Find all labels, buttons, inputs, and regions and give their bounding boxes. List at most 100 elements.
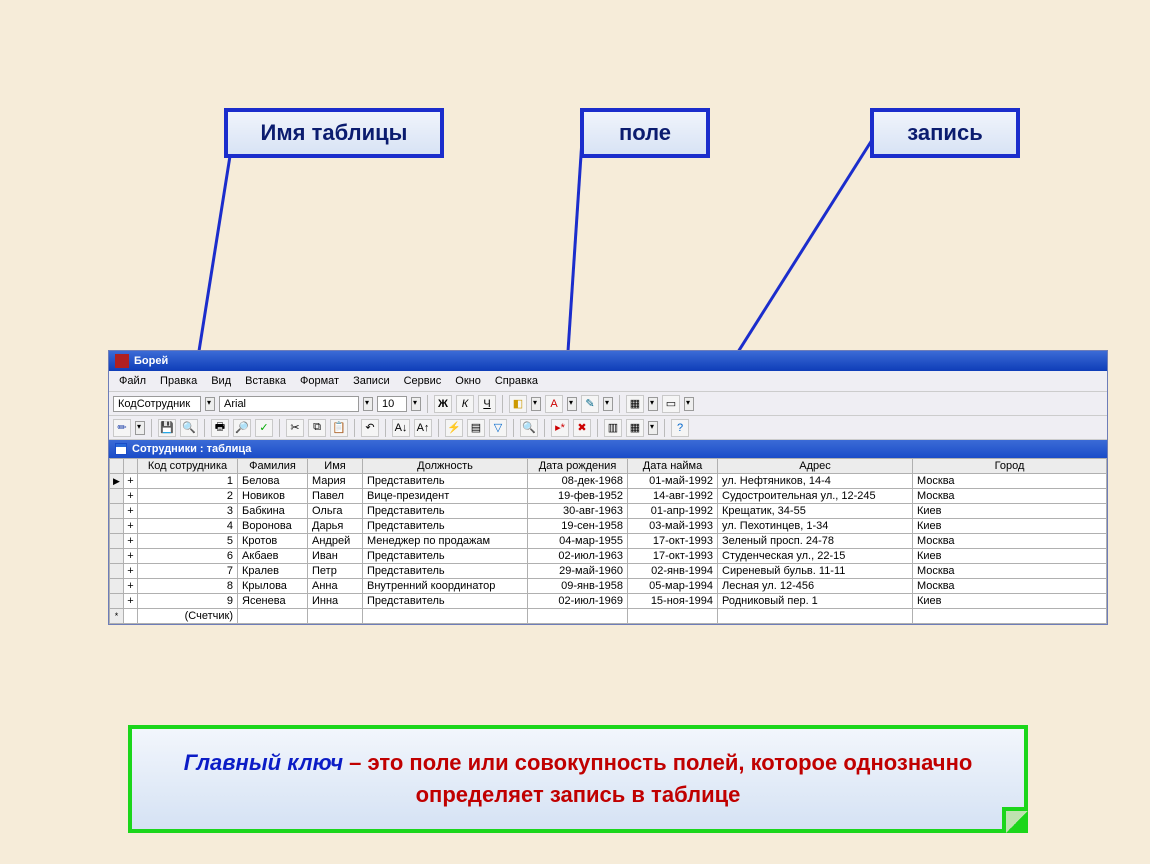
- cell-lastname[interactable]: Новиков: [238, 489, 308, 504]
- cell-id[interactable]: 1: [138, 474, 238, 489]
- cell-hire[interactable]: 17-окт-1993: [628, 549, 718, 564]
- cell-title[interactable]: Внутренний координатор: [363, 579, 528, 594]
- table-row[interactable]: +9ЯсеневаИннаПредставитель02-июл-196915-…: [110, 594, 1107, 609]
- col-addr[interactable]: Адрес: [718, 459, 913, 474]
- db-window-button[interactable]: ▥: [604, 419, 622, 437]
- print-preview-button[interactable]: 🔎: [233, 419, 251, 437]
- cell-hire[interactable]: 14-авг-1992: [628, 489, 718, 504]
- cell-dob[interactable]: 19-фев-1952: [528, 489, 628, 504]
- cell-hire[interactable]: 03-май-1993: [628, 519, 718, 534]
- cell-lastname[interactable]: Бабкина: [238, 504, 308, 519]
- delete-record-button[interactable]: ✖: [573, 419, 591, 437]
- menu-records[interactable]: Записи: [347, 373, 396, 389]
- line-color-dd[interactable]: [603, 397, 613, 411]
- cell-addr[interactable]: Сиреневый бульв. 11-11: [718, 564, 913, 579]
- cell-lastname[interactable]: Кралев: [238, 564, 308, 579]
- cell-title[interactable]: Представитель: [363, 474, 528, 489]
- cell-dob[interactable]: 02-июл-1963: [528, 549, 628, 564]
- cell-addr[interactable]: ул. Пехотинцев, 1-34: [718, 519, 913, 534]
- cell-city[interactable]: Москва: [913, 474, 1107, 489]
- copy-button[interactable]: ⧉: [308, 419, 326, 437]
- font-color-button[interactable]: A: [545, 395, 563, 413]
- filter-form-button[interactable]: ▤: [467, 419, 485, 437]
- field-selector[interactable]: КодСотрудник: [113, 396, 201, 412]
- cell-id[interactable]: 4: [138, 519, 238, 534]
- font-name-dd[interactable]: [363, 397, 373, 411]
- expand-button[interactable]: +: [124, 489, 138, 504]
- new-object-dd[interactable]: [648, 421, 658, 435]
- cell-id[interactable]: 7: [138, 564, 238, 579]
- col-city[interactable]: Город: [913, 459, 1107, 474]
- gridlines-button[interactable]: ▦: [626, 395, 644, 413]
- expand-button[interactable]: [124, 609, 138, 624]
- cell-city[interactable]: Киев: [913, 504, 1107, 519]
- special-effect-button[interactable]: ▭: [662, 395, 680, 413]
- menu-view[interactable]: Вид: [205, 373, 237, 389]
- cell-id[interactable]: 8: [138, 579, 238, 594]
- new-object-button[interactable]: ▦: [626, 419, 644, 437]
- cell-id[interactable]: 2: [138, 489, 238, 504]
- cell-title[interactable]: Представитель: [363, 594, 528, 609]
- cell-id[interactable]: 3: [138, 504, 238, 519]
- data-table[interactable]: Код сотрудника Фамилия Имя Должность Дат…: [109, 458, 1107, 624]
- cell-id-placeholder[interactable]: (Счетчик): [138, 609, 238, 624]
- cell-dob[interactable]: 30-авг-1963: [528, 504, 628, 519]
- cell-dob[interactable]: 08-дек-1968: [528, 474, 628, 489]
- cell-addr[interactable]: Лесная ул. 12-456: [718, 579, 913, 594]
- cell-addr[interactable]: ул. Нефтяников, 14-4: [718, 474, 913, 489]
- cell-title[interactable]: Менеджер по продажам: [363, 534, 528, 549]
- font-size-dd[interactable]: [411, 397, 421, 411]
- undo-button[interactable]: ↶: [361, 419, 379, 437]
- table-row[interactable]: +4ВороноваДарьяПредставитель19-сен-19580…: [110, 519, 1107, 534]
- cell-title[interactable]: Представитель: [363, 519, 528, 534]
- table-row[interactable]: +5КротовАндрейМенеджер по продажам04-мар…: [110, 534, 1107, 549]
- fill-color-button[interactable]: ◧: [509, 395, 527, 413]
- app-titlebar[interactable]: Борей: [109, 351, 1107, 371]
- cell-id[interactable]: 9: [138, 594, 238, 609]
- spellcheck-button[interactable]: ✓: [255, 419, 273, 437]
- row-selector[interactable]: [110, 594, 124, 609]
- row-selector[interactable]: [110, 564, 124, 579]
- row-selector-header[interactable]: [110, 459, 124, 474]
- cell-lastname[interactable]: Воронова: [238, 519, 308, 534]
- font-color-dd[interactable]: [567, 397, 577, 411]
- menu-insert[interactable]: Вставка: [239, 373, 292, 389]
- paste-button[interactable]: 📋: [330, 419, 348, 437]
- line-color-button[interactable]: ✎: [581, 395, 599, 413]
- cell-firstname[interactable]: Анна: [308, 579, 363, 594]
- expand-button[interactable]: +: [124, 549, 138, 564]
- search-file-icon[interactable]: 🔍: [180, 419, 198, 437]
- fill-color-dd[interactable]: [531, 397, 541, 411]
- expand-button[interactable]: +: [124, 564, 138, 579]
- expand-button[interactable]: +: [124, 534, 138, 549]
- cell-dob[interactable]: 04-мар-1955: [528, 534, 628, 549]
- row-selector[interactable]: [110, 489, 124, 504]
- cell-city[interactable]: Москва: [913, 564, 1107, 579]
- cell-dob[interactable]: 19-сен-1958: [528, 519, 628, 534]
- cell-city[interactable]: Киев: [913, 519, 1107, 534]
- menu-window[interactable]: Окно: [449, 373, 487, 389]
- print-button[interactable]: 🖶: [211, 419, 229, 437]
- cell-dob[interactable]: 02-июл-1969: [528, 594, 628, 609]
- new-row[interactable]: *(Счетчик): [110, 609, 1107, 624]
- cell-lastname[interactable]: Акбаев: [238, 549, 308, 564]
- expand-button[interactable]: +: [124, 504, 138, 519]
- row-selector[interactable]: ▶: [110, 474, 124, 489]
- cell-addr[interactable]: Крещатик, 34-55: [718, 504, 913, 519]
- cell-lastname[interactable]: Белова: [238, 474, 308, 489]
- cell-firstname[interactable]: Дарья: [308, 519, 363, 534]
- cut-button[interactable]: ✂: [286, 419, 304, 437]
- row-selector[interactable]: [110, 504, 124, 519]
- table-row[interactable]: +6АкбаевИванПредставитель02-июл-196317-о…: [110, 549, 1107, 564]
- apply-filter-button[interactable]: ▽: [489, 419, 507, 437]
- cell-city[interactable]: Москва: [913, 579, 1107, 594]
- cell-id[interactable]: 6: [138, 549, 238, 564]
- cell-title[interactable]: Представитель: [363, 504, 528, 519]
- col-title[interactable]: Должность: [363, 459, 528, 474]
- col-lastname[interactable]: Фамилия: [238, 459, 308, 474]
- table-row[interactable]: +2НовиковПавелВице-президент19-фев-19521…: [110, 489, 1107, 504]
- view-button[interactable]: ✏: [113, 419, 131, 437]
- view-dd[interactable]: [135, 421, 145, 435]
- cell-addr[interactable]: Студенческая ул., 22-15: [718, 549, 913, 564]
- table-row[interactable]: ▶+1БеловаМарияПредставитель08-дек-196801…: [110, 474, 1107, 489]
